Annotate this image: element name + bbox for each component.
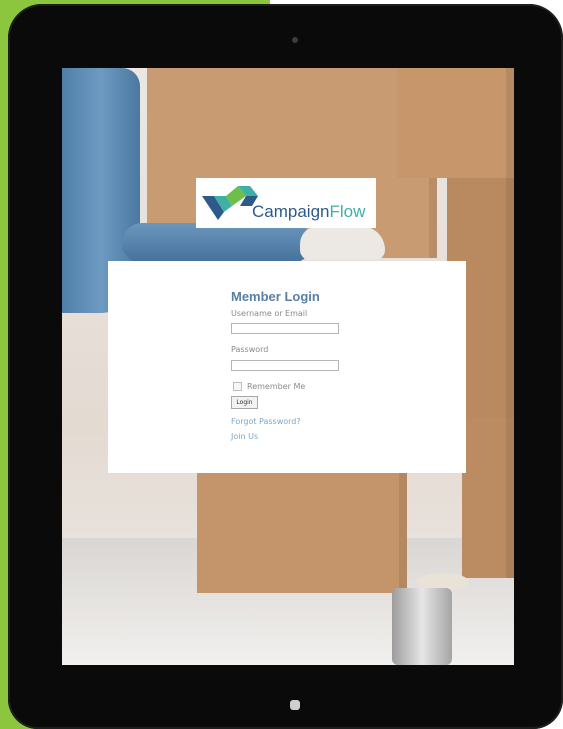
logo-text-campaign: Campaign xyxy=(252,202,330,221)
password-label: Password xyxy=(231,345,269,354)
username-label: Username or Email xyxy=(231,309,308,318)
join-us-link[interactable]: Join Us xyxy=(231,432,258,441)
login-button[interactable]: Login xyxy=(231,396,258,409)
jeans-leg xyxy=(122,223,312,263)
logo-text-flow: Flow xyxy=(329,202,366,221)
remember-me-label: Remember Me xyxy=(247,382,306,391)
camera-icon xyxy=(292,37,298,43)
remember-me-checkbox[interactable] xyxy=(233,382,242,391)
login-title: Member Login xyxy=(231,289,320,304)
home-button[interactable] xyxy=(290,700,300,710)
remember-me-row: Remember Me xyxy=(233,382,305,391)
paint-can xyxy=(392,588,452,665)
forgot-password-link[interactable]: Forgot Password? xyxy=(231,417,301,426)
shoe xyxy=(300,226,385,260)
campaignflow-logo: CampaignFlow xyxy=(196,178,376,228)
password-input[interactable] xyxy=(231,360,339,371)
cardboard-box xyxy=(397,68,514,178)
logo-wordmark: CampaignFlow xyxy=(252,202,365,222)
cardboard-box xyxy=(462,418,514,578)
username-input[interactable] xyxy=(231,323,339,334)
